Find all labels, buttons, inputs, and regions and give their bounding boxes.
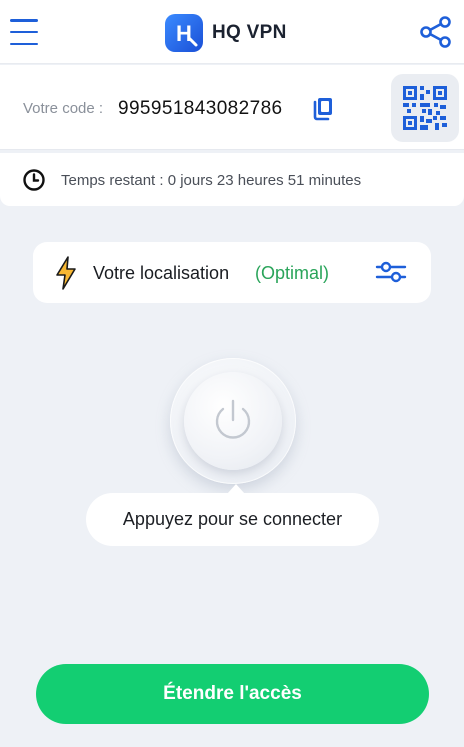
power-icon [215, 399, 251, 439]
filter-sliders-icon[interactable] [375, 260, 407, 284]
clock-icon [23, 169, 45, 191]
power-button-face [184, 372, 282, 470]
lightning-bolt-icon [56, 256, 76, 290]
brand: H HQ VPN [164, 13, 287, 53]
remaining-time-card: Temps restant : 0 jours 23 heures 51 min… [0, 153, 464, 206]
qr-code-icon [403, 86, 447, 130]
location-label: Votre localisation [93, 263, 230, 283]
qr-code-button[interactable] [391, 74, 459, 142]
connect-hint-tooltip: Appuyez pour se connecter [86, 484, 379, 546]
code-value: 995951843082786 [118, 98, 283, 119]
user-code-card: Votre code : 995951843082786 [0, 65, 464, 150]
remaining-time-text: Temps restant : 0 jours 23 heures 51 min… [61, 172, 362, 189]
code-label: Votre code : [23, 100, 104, 117]
hq-logo-icon: H [165, 14, 203, 52]
logo-letter: H [176, 21, 192, 46]
app-name: HQ VPN [212, 22, 287, 43]
location-selector[interactable]: Votre localisation (Optimal) [33, 242, 431, 303]
share-icon[interactable] [418, 14, 454, 50]
extend-access-button[interactable]: Étendre l'accès [36, 664, 429, 724]
connect-power-button[interactable] [170, 358, 296, 484]
location-status: (Optimal) [255, 263, 330, 283]
connect-hint-text: Appuyez pour se connecter [122, 509, 343, 529]
app-header: H HQ VPN [0, 0, 464, 64]
hamburger-menu-icon[interactable] [10, 19, 38, 45]
copy-icon[interactable] [310, 95, 336, 121]
